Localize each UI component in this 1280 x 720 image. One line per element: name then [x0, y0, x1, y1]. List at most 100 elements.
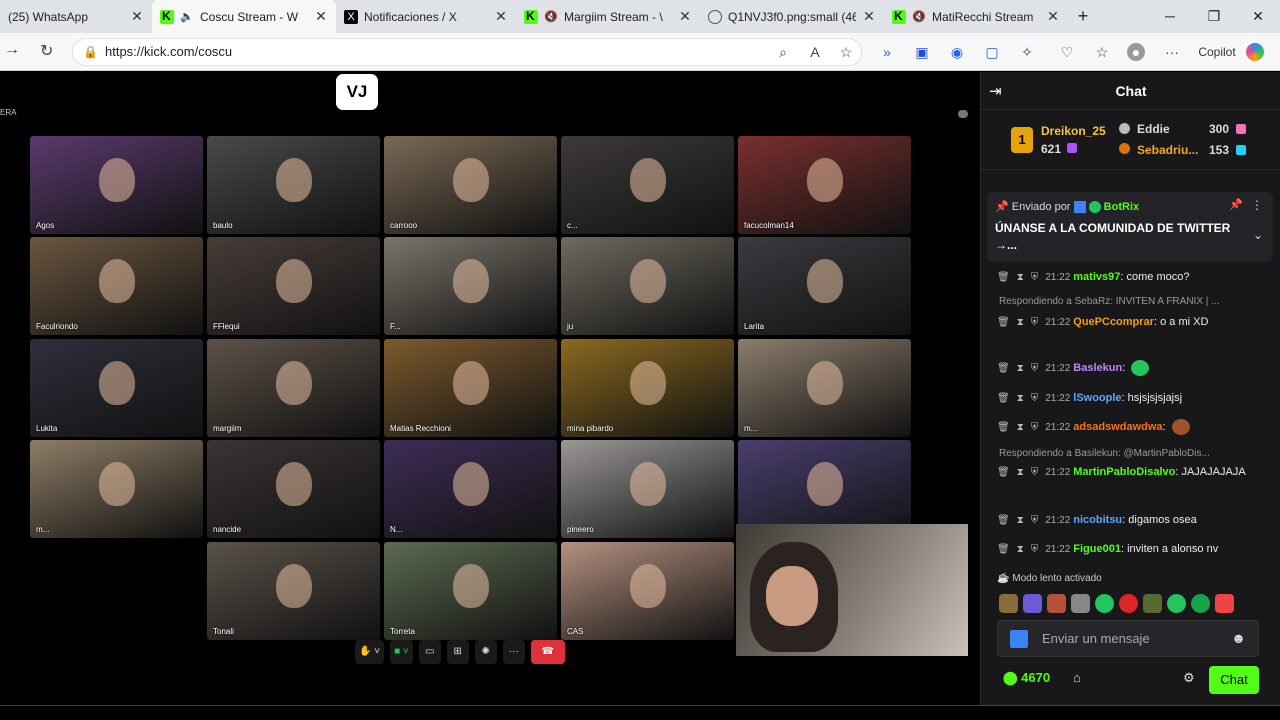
participant-tile[interactable]: pineero — [561, 440, 734, 538]
bot-extension-icon[interactable] — [1010, 630, 1028, 648]
reload-icon[interactable]: ↻ — [40, 41, 53, 61]
tab-matirecchi-stream[interactable]: 🔇 MatiRecchi Stream ✕ — [884, 0, 1068, 33]
message-username[interactable]: adsadswdawdwa — [1073, 421, 1162, 433]
reply-context[interactable]: Respondiendo a SebaRz: INVITEN A FRANIX … — [999, 296, 1269, 307]
timeout-icon[interactable]: ⧗ — [1017, 363, 1024, 374]
emote-icon[interactable] — [1071, 594, 1090, 613]
participant-tile[interactable]: baulo — [207, 136, 380, 234]
participant-tile[interactable]: mina pibardo — [561, 339, 734, 437]
tab-coscu-stream[interactable]: 🔈 Coscu Stream - W ✕ — [152, 0, 336, 33]
participant-tile[interactable]: Torreta — [384, 542, 557, 640]
participant-tile[interactable]: Tonali — [207, 542, 380, 640]
emoji-picker-icon[interactable]: ☻ — [1231, 630, 1246, 646]
mute-icon[interactable]: 🔇 — [912, 10, 926, 24]
leader-first-name[interactable]: Dreikon_25 — [1041, 124, 1106, 138]
message-username[interactable]: lSwoople — [1073, 392, 1121, 404]
message-username[interactable]: nicobitsu — [1073, 514, 1122, 526]
participant-tile[interactable]: N... — [384, 440, 557, 538]
message-username[interactable]: Baslekun — [1073, 362, 1122, 374]
tab-notificaciones-x[interactable]: X Notificaciones / X ✕ — [336, 0, 516, 33]
chat-bubble-icon[interactable] — [958, 110, 968, 118]
leader-third-name[interactable]: Sebadriu... — [1137, 143, 1198, 157]
delete-icon[interactable]: 🗑 — [997, 272, 1010, 283]
emote-icon[interactable] — [1023, 594, 1042, 613]
minimize-icon[interactable]: ─ — [1148, 0, 1192, 33]
participant-tile[interactable]: facucolman14 — [738, 136, 911, 234]
reply-context[interactable]: Respondiendo a Basilekun: @MartinPabloDi… — [999, 448, 1269, 459]
delete-icon[interactable]: 🗑 — [997, 422, 1010, 433]
close-icon[interactable]: ✕ — [494, 8, 508, 25]
participant-tile[interactable]: carrooo — [384, 136, 557, 234]
emote-icon[interactable] — [1191, 594, 1210, 613]
close-icon[interactable]: ✕ — [1046, 8, 1060, 25]
delete-icon[interactable]: 🗑 — [997, 544, 1010, 555]
ban-icon[interactable]: ⛨ — [1031, 467, 1039, 478]
settings-gear-icon[interactable]: ⚙ — [1183, 670, 1195, 686]
mute-icon[interactable]: 🔇 — [544, 10, 558, 24]
participant-tile[interactable]: nancide — [207, 440, 380, 538]
emote-icon[interactable] — [1047, 594, 1066, 613]
close-icon[interactable]: ✕ — [314, 8, 328, 25]
participant-tile[interactable]: Faculriondo — [30, 237, 203, 335]
chevron-down-icon[interactable]: ⌄ — [1253, 228, 1263, 242]
raise-hand-button[interactable]: ✋ ˅ — [355, 640, 385, 664]
send-chat-button[interactable]: Chat — [1209, 666, 1259, 694]
message-username[interactable]: Figue001 — [1073, 543, 1121, 555]
collections-icon[interactable]: ☆ — [1093, 43, 1111, 61]
timeout-icon[interactable]: ⧗ — [1017, 515, 1024, 526]
participant-tile[interactable]: CAS — [561, 542, 734, 640]
timeout-icon[interactable]: ⧗ — [1017, 393, 1024, 404]
delete-icon[interactable]: 🗑 — [997, 515, 1010, 526]
favorite-star-icon[interactable]: ☆ — [837, 43, 855, 61]
participant-tile[interactable]: Larita — [738, 237, 911, 335]
message-username[interactable]: MartinPabloDisalvo — [1073, 466, 1175, 478]
emote-icon[interactable] — [1095, 594, 1114, 613]
present-button[interactable]: ▭ — [418, 640, 441, 664]
participant-tile[interactable]: m... — [30, 440, 203, 538]
delete-icon[interactable]: 🗑 — [997, 317, 1010, 328]
kebab-menu-icon[interactable]: ⋮ — [1251, 198, 1263, 212]
zoom-icon[interactable]: ⌕ — [774, 43, 792, 61]
more-menu-icon[interactable]: ··· — [1163, 43, 1181, 61]
emote-icon[interactable] — [999, 594, 1018, 613]
unpin-icon[interactable]: 📌 — [1229, 198, 1243, 211]
participant-tile[interactable]: Agos — [30, 136, 203, 234]
forward-icon[interactable]: → — [4, 41, 20, 59]
delete-icon[interactable]: 🗑 — [997, 393, 1010, 404]
profile-avatar[interactable]: ● — [1127, 43, 1145, 61]
copilot-label[interactable]: Copilot — [1197, 43, 1237, 61]
message-username[interactable]: QuePCcomprar — [1073, 316, 1154, 328]
close-icon[interactable]: ✕ — [678, 8, 692, 25]
timeout-icon[interactable]: ⧗ — [1017, 544, 1024, 555]
extension-icon[interactable]: ▢ — [983, 43, 1001, 61]
hang-up-button[interactable]: ☎ — [530, 640, 565, 664]
ban-icon[interactable]: ⛨ — [1031, 272, 1039, 283]
ban-icon[interactable]: ⛨ — [1031, 515, 1039, 526]
close-icon[interactable]: ✕ — [130, 8, 144, 25]
tab-margiim-stream[interactable]: 🔇 Margiim Stream - \ ✕ — [516, 0, 700, 33]
participant-tile[interactable]: Matias Recchioni — [384, 339, 557, 437]
emote-icon[interactable] — [1215, 594, 1234, 613]
channel-points[interactable]: ⬤ 4670 — [1003, 670, 1050, 686]
close-icon[interactable]: ✕ — [862, 8, 876, 25]
url-field[interactable]: 🔒 https://kick.com/coscu — [72, 38, 862, 66]
participant-tile[interactable]: ju — [561, 237, 734, 335]
tab-image[interactable]: Q1NVJ3f0.png:small (46 ✕ — [700, 0, 884, 33]
timeout-icon[interactable]: ⧗ — [1017, 317, 1024, 328]
delete-icon[interactable]: 🗑 — [997, 467, 1010, 478]
close-window-icon[interactable]: ✕ — [1236, 0, 1280, 33]
extension-icon[interactable]: ▣ — [913, 43, 931, 61]
delete-icon[interactable]: 🗑 — [997, 363, 1010, 374]
leader-second-name[interactable]: Eddie — [1137, 122, 1170, 136]
timeout-icon[interactable]: ⧗ — [1017, 272, 1024, 283]
store-icon[interactable]: ⌂ — [1073, 670, 1081, 685]
emote-icon[interactable] — [1119, 594, 1138, 613]
grid-view-button[interactable]: ⊞ — [446, 640, 469, 664]
restore-icon[interactable]: ❐ — [1192, 0, 1236, 33]
camera-button[interactable]: ■ ˅ — [390, 640, 413, 664]
extensions-puzzle-icon[interactable]: ✧ — [1018, 43, 1036, 61]
ban-icon[interactable]: ⛨ — [1031, 544, 1039, 555]
timeout-icon[interactable]: ⧗ — [1017, 422, 1024, 433]
ban-icon[interactable]: ⛨ — [1031, 363, 1039, 374]
participant-tile[interactable]: FFlequi — [207, 237, 380, 335]
